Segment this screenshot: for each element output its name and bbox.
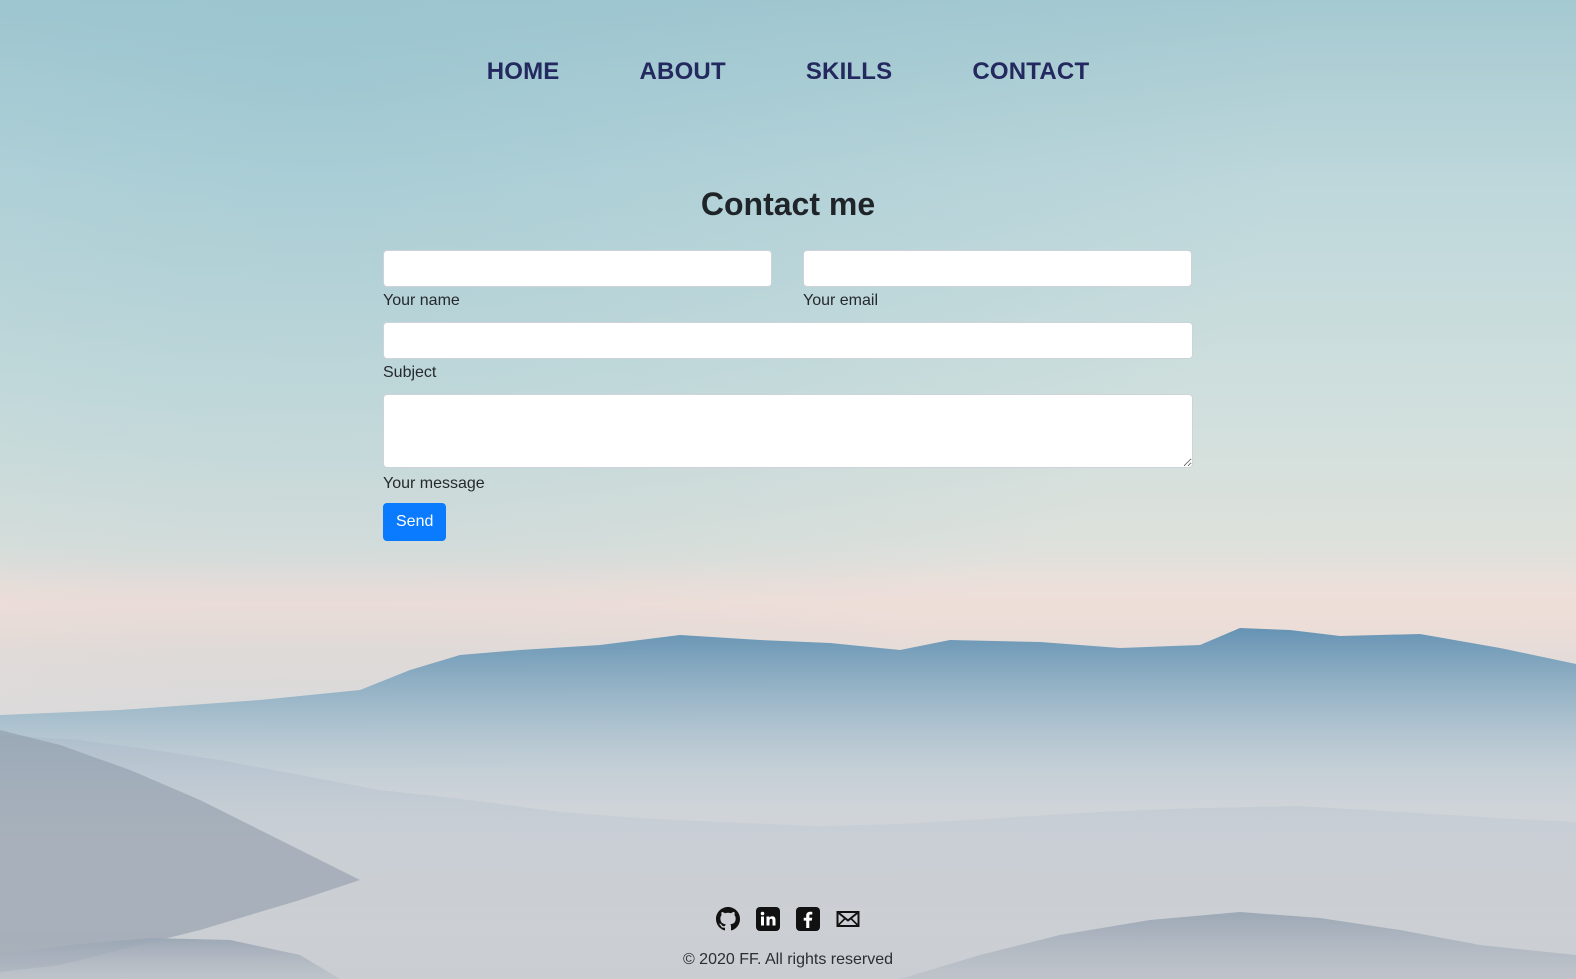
subject-label: Subject	[383, 364, 437, 381]
social-links	[0, 907, 1576, 931]
name-input[interactable]	[383, 250, 772, 287]
facebook-icon[interactable]	[796, 907, 820, 931]
linkedin-icon[interactable]	[756, 907, 780, 931]
subject-input[interactable]	[383, 322, 1193, 359]
name-field-group: Your name	[383, 250, 772, 310]
mail-icon[interactable]	[836, 907, 860, 931]
contact-form: Your name Your email Subject Your messag…	[383, 250, 1193, 541]
main-navigation: HOME ABOUT SKILLS CONTACT	[0, 58, 1576, 86]
copyright-text: © 2020 FF. All rights reserved	[682, 951, 894, 968]
nav-skills-link[interactable]: SKILLS	[806, 58, 893, 86]
github-icon[interactable]	[716, 907, 740, 931]
subject-field-group: Subject	[383, 322, 1193, 382]
page: HOME ABOUT SKILLS CONTACT Contact me You…	[0, 0, 1576, 979]
contact-title: Contact me	[700, 186, 876, 222]
name-label: Your name	[383, 292, 460, 309]
message-textarea[interactable]	[383, 394, 1193, 468]
email-input[interactable]	[803, 250, 1192, 287]
message-label: Your message	[383, 475, 485, 492]
message-field-group: Your message	[383, 394, 1193, 493]
email-field-group: Your email	[803, 250, 1192, 310]
nav-home-link[interactable]: HOME	[487, 58, 560, 86]
send-button[interactable]: Send	[383, 503, 447, 541]
email-label: Your email	[803, 292, 879, 309]
nav-about-link[interactable]: ABOUT	[640, 58, 726, 86]
nav-contact-link[interactable]: CONTACT	[972, 58, 1089, 86]
name-email-row: Your name Your email	[383, 250, 1193, 310]
